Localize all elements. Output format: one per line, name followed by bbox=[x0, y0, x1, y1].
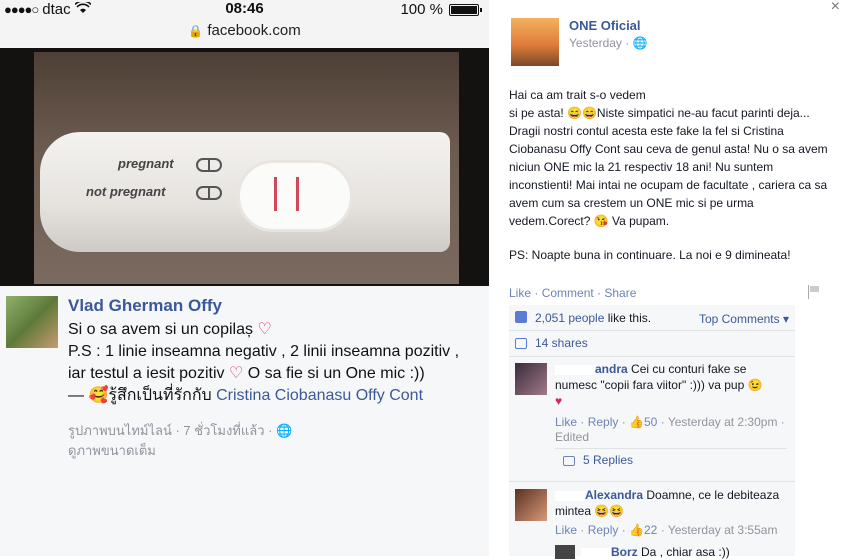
reply-icon bbox=[563, 455, 575, 466]
comment-body: Alexandra Doamne, ce le debiteaza mintea… bbox=[555, 487, 787, 538]
pregnant-symbol bbox=[196, 158, 222, 172]
like-link[interactable]: Like bbox=[509, 286, 531, 300]
shared-post: Vlad Gherman Offy Si o sa avem si un cop… bbox=[6, 296, 484, 556]
close-icon[interactable]: × bbox=[831, 0, 840, 16]
divider bbox=[509, 481, 795, 482]
avatar bbox=[6, 296, 58, 348]
url-text: facebook.com bbox=[207, 22, 301, 39]
likes-suffix: like this. bbox=[604, 311, 652, 325]
post-line-1: Si o sa avem si un copilaș bbox=[68, 321, 253, 338]
comment-time[interactable]: Yesterday at 3:55am bbox=[668, 523, 778, 537]
comment-like-link[interactable]: Like bbox=[555, 415, 577, 429]
like-count[interactable]: 👍50 bbox=[629, 415, 657, 429]
view-full-size-link: ดูภาพขนาดเต็ม bbox=[68, 443, 156, 458]
shares-row: 14 shares bbox=[509, 331, 795, 357]
post-time: Yesterday · 🌐 bbox=[569, 36, 648, 50]
phone-status-bar: ●●●●○ dtac 08:46 100 % bbox=[0, 0, 489, 20]
post-actions: Like · Comment · Share bbox=[509, 286, 637, 300]
redacted-name bbox=[555, 490, 585, 501]
status-line-1: Hai ca am trait s-o vedem bbox=[509, 88, 646, 102]
thumbs-up-icon bbox=[515, 311, 527, 323]
pregnancy-test-photo: pregnant not pregnant bbox=[0, 48, 489, 286]
post-meta: รูปภาพบนไทม์ไลน์ · 7 ชั่วโมงที่แล้ว · 🌐 … bbox=[68, 421, 478, 461]
post-text: Si o sa avem si un copilaș ♡ P.S : 1 lin… bbox=[68, 319, 478, 407]
likes-count-link[interactable]: 2,051 people bbox=[535, 311, 604, 325]
comments-box: 2,051 people like this. Top Comments ▾ 1… bbox=[509, 305, 795, 559]
comment-text: Da , chiar asa :)) bbox=[641, 545, 730, 559]
feeling-text: รู้สึกเป็นที่รักกับ bbox=[108, 387, 212, 404]
dash: — bbox=[68, 387, 84, 404]
commenter-avatar[interactable] bbox=[515, 363, 547, 395]
like-count-value: 50 bbox=[644, 415, 658, 429]
status-text: Hai ca am trait s-o vedem si pe asta! 😄😄… bbox=[509, 86, 829, 264]
comment-time[interactable]: Yesterday at 2:30pm bbox=[668, 415, 778, 429]
edited-label[interactable]: Edited bbox=[555, 430, 589, 444]
share-link[interactable]: Share bbox=[604, 286, 636, 300]
redacted-name bbox=[581, 547, 611, 558]
page-avatar[interactable] bbox=[511, 18, 559, 66]
top-comments-dropdown[interactable]: Top Comments ▾ bbox=[699, 312, 789, 326]
commenter-name[interactable]: andra bbox=[595, 362, 628, 376]
globe-icon: 🌐 bbox=[276, 423, 293, 438]
replies-count: 5 Replies bbox=[583, 453, 634, 467]
likes-row: 2,051 people like this. Top Comments ▾ bbox=[509, 305, 795, 331]
comment-item: andra Cei cu conturi fake se numesc "cop… bbox=[509, 359, 795, 459]
flag-icon[interactable] bbox=[808, 285, 820, 299]
heart-icon: ♡ bbox=[228, 365, 244, 382]
result-line-2 bbox=[296, 177, 299, 211]
lock-icon: 🔒 bbox=[188, 24, 204, 38]
url-bar: 🔒 facebook.com bbox=[0, 20, 489, 46]
post-line-2b: O sa fie si un One mic :)) bbox=[247, 365, 425, 382]
commenter-name[interactable]: Borz bbox=[611, 545, 638, 559]
comment-item: Alexandra Doamne, ce le debiteaza mintea… bbox=[509, 487, 795, 547]
comment-reply-link[interactable]: Reply bbox=[588, 415, 619, 429]
redacted-name bbox=[555, 364, 595, 375]
reply-item: Borz Da , chiar asa :)) bbox=[509, 545, 795, 559]
page-name[interactable]: ONE Oficial bbox=[569, 18, 641, 33]
commenter-name[interactable]: Alexandra bbox=[585, 488, 643, 502]
tagged-person: Cristina Ciobanasu Offy Cont bbox=[216, 387, 424, 404]
commenter-avatar[interactable] bbox=[555, 545, 575, 559]
result-line-1 bbox=[274, 177, 277, 211]
result-window bbox=[237, 160, 353, 232]
replies-link[interactable]: 5 Replies bbox=[563, 453, 633, 467]
heart-icon: ♡ bbox=[257, 321, 272, 338]
like-count-value: 22 bbox=[644, 523, 658, 537]
comment-link[interactable]: Comment bbox=[542, 286, 594, 300]
author-name: Vlad Gherman Offy bbox=[68, 296, 222, 315]
commenter-avatar[interactable] bbox=[515, 489, 547, 521]
label-pregnant: pregnant bbox=[118, 156, 174, 171]
divider bbox=[555, 448, 787, 449]
comment-body: Borz Da , chiar asa :)) bbox=[581, 544, 791, 560]
shares-link[interactable]: 14 shares bbox=[535, 336, 588, 350]
post-time-text: Yesterday · bbox=[569, 36, 630, 50]
comment-reply-link[interactable]: Reply bbox=[588, 523, 619, 537]
status-line-3: PS: Noapte buna in continuare. La noi e … bbox=[509, 248, 791, 262]
smile-heart-icon: 🥰 bbox=[88, 387, 109, 404]
battery-percent: 100 % bbox=[400, 1, 443, 18]
comment-body: andra Cei cu conturi fake se numesc "cop… bbox=[555, 361, 787, 445]
share-icon bbox=[515, 338, 527, 349]
facebook-post-panel: × ONE Oficial Yesterday · 🌐 Hai ca am tr… bbox=[489, 0, 846, 559]
globe-icon: 🌐 bbox=[632, 36, 648, 50]
comment-meta: Like · Reply · 👍50 · Yesterday at 2:30pm… bbox=[555, 415, 785, 444]
heart-icon: ♥ bbox=[555, 394, 563, 408]
like-count[interactable]: 👍22 bbox=[629, 523, 657, 537]
label-not-pregnant: not pregnant bbox=[86, 184, 166, 199]
shared-screenshot-panel: ●●●●○ dtac 08:46 100 % 🔒 facebook.com pr… bbox=[0, 0, 489, 556]
status-line-2: si pe asta! 😄😄Niste simpatici ne-au facu… bbox=[509, 106, 828, 228]
not-pregnant-symbol bbox=[196, 186, 222, 200]
comment-like-link[interactable]: Like bbox=[555, 523, 577, 537]
battery-icon bbox=[449, 3, 482, 16]
test-stick: pregnant not pregnant bbox=[40, 132, 450, 252]
comment-meta: Like · Reply · 👍22 · Yesterday at 3:55am bbox=[555, 523, 778, 537]
post-meta-line: รูปภาพบนไทม์ไลน์ · 7 ชั่วโมงที่แล้ว · bbox=[68, 423, 273, 438]
